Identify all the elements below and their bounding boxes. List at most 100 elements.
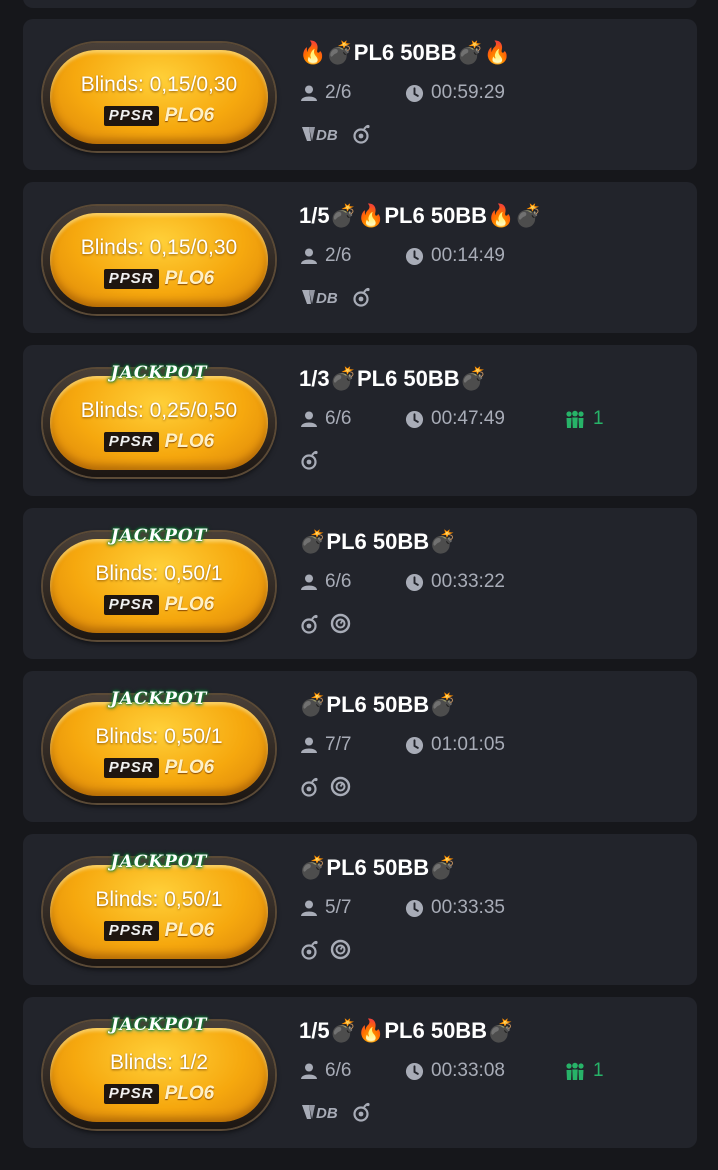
jackpot-badge: JACKPOT bbox=[110, 526, 208, 546]
brand-logo: PPSR bbox=[103, 595, 159, 615]
session-time-value: 00:14:49 bbox=[431, 245, 505, 266]
bomb-pot-badge bbox=[300, 614, 320, 639]
players-count: 2/6 bbox=[300, 82, 351, 104]
players-count: 6/6 bbox=[300, 571, 351, 593]
table-card-7[interactable]: JACKPOT Blinds: 1/2 PPSR PLO6 1/5💣🔥PL6 5… bbox=[23, 997, 697, 1148]
waiting-list: 1 bbox=[564, 1060, 604, 1082]
waiting-list: 1 bbox=[564, 408, 604, 430]
user-icon bbox=[301, 1063, 317, 1079]
table-feature-badges: DB bbox=[300, 124, 372, 149]
session-time-value: 00:33:08 bbox=[431, 1060, 505, 1081]
bomb-pot-badge bbox=[300, 777, 320, 802]
waiting-count: 1 bbox=[593, 408, 604, 429]
blinds-label: Blinds: 0,50/1 bbox=[95, 888, 223, 911]
table-felt bbox=[50, 376, 268, 470]
session-time-value: 00:47:49 bbox=[431, 408, 505, 429]
clock-icon bbox=[405, 84, 424, 102]
double-board-icon: DB bbox=[302, 127, 338, 144]
clock-icon bbox=[405, 1062, 424, 1080]
user-icon bbox=[301, 574, 317, 590]
table-card-4[interactable]: JACKPOT Blinds: 0,50/1 PPSR PLO6 💣PL6 50… bbox=[23, 508, 697, 659]
bomb-pot-icon bbox=[301, 614, 318, 634]
game-variant: PLO6 bbox=[164, 268, 215, 289]
players-value: 6/6 bbox=[325, 408, 352, 429]
timer-badge bbox=[330, 613, 351, 639]
table-felt bbox=[50, 1028, 268, 1122]
table-feature-badges bbox=[300, 613, 351, 639]
brand-logo: PPSR bbox=[103, 432, 159, 452]
players-count: 7/7 bbox=[300, 734, 351, 756]
game-variant: PLO6 bbox=[164, 105, 215, 126]
blinds-label: Blinds: 1/2 bbox=[109, 1051, 209, 1074]
blinds-label: Blinds: 0,50/1 bbox=[95, 562, 223, 585]
game-tag: PPSR PLO6 bbox=[43, 920, 275, 942]
table-felt bbox=[50, 539, 268, 633]
clock-icon bbox=[405, 899, 424, 917]
table-thumbnail: Blinds: 0,15/0,30 PPSR PLO6 bbox=[43, 33, 275, 157]
bomb-pot-icon bbox=[353, 124, 370, 144]
brand-logo: PPSR bbox=[103, 106, 159, 126]
table-list: Blinds: 0,15/0,30 PPSR PLO6 🔥💣PL6 50BB💣🔥… bbox=[23, 19, 697, 1160]
table-card-3[interactable]: JACKPOT Blinds: 0,25/0,50 PPSR PLO6 1/3💣… bbox=[23, 345, 697, 496]
game-tag: PPSR PLO6 bbox=[43, 757, 275, 779]
session-timer: 00:33:08 bbox=[405, 1060, 505, 1082]
game-tag: PPSR PLO6 bbox=[43, 268, 275, 290]
table-thumbnail: JACKPOT Blinds: 0,50/1 PPSR PLO6 bbox=[43, 522, 275, 646]
table-title: 1/5💣🔥PL6 50BB💣 bbox=[299, 1018, 515, 1043]
table-thumbnail: JACKPOT Blinds: 0,50/1 PPSR PLO6 bbox=[43, 685, 275, 809]
table-felt bbox=[50, 50, 268, 144]
table-feature-badges: DB bbox=[300, 287, 372, 312]
svg-text:DB: DB bbox=[316, 290, 338, 307]
bomb-pot-icon bbox=[301, 777, 318, 797]
session-timer: 00:47:49 bbox=[405, 408, 505, 430]
brand-logo: PPSR bbox=[103, 758, 159, 778]
table-title: 💣PL6 50BB💣 bbox=[299, 855, 457, 880]
bomb-pot-badge bbox=[300, 940, 320, 965]
double-board-icon: DB bbox=[302, 290, 338, 307]
blinds-label: Blinds: 0,15/0,30 bbox=[80, 73, 238, 96]
blinds-label: Blinds: 0,15/0,30 bbox=[80, 236, 238, 259]
table-card-5[interactable]: JACKPOT Blinds: 0,50/1 PPSR PLO6 💣PL6 50… bbox=[23, 671, 697, 822]
timer-badge bbox=[330, 776, 351, 802]
svg-text:DB: DB bbox=[316, 1105, 338, 1122]
double-board-badge: DB bbox=[300, 287, 342, 312]
players-value: 6/6 bbox=[325, 1060, 352, 1081]
table-thumbnail: JACKPOT Blinds: 0,50/1 PPSR PLO6 bbox=[43, 848, 275, 972]
table-title: 💣PL6 50BB💣 bbox=[299, 692, 457, 717]
players-value: 6/6 bbox=[325, 571, 352, 592]
table-thumbnail: JACKPOT Blinds: 1/2 PPSR PLO6 bbox=[43, 1011, 275, 1135]
clock-icon bbox=[405, 736, 424, 754]
session-timer: 00:33:35 bbox=[405, 897, 505, 919]
bomb-pot-icon bbox=[353, 1102, 370, 1122]
waiting-group-icon bbox=[566, 410, 584, 428]
waiting-group-icon bbox=[566, 1062, 584, 1080]
table-title: 💣PL6 50BB💣 bbox=[299, 529, 457, 554]
bomb-pot-badge bbox=[352, 124, 372, 149]
table-card-1[interactable]: Blinds: 0,15/0,30 PPSR PLO6 🔥💣PL6 50BB💣🔥… bbox=[23, 19, 697, 170]
players-value: 5/7 bbox=[325, 897, 352, 918]
user-icon bbox=[301, 737, 317, 753]
bomb-pot-badge bbox=[352, 1102, 372, 1127]
bomb-pot-badge bbox=[300, 450, 320, 475]
timer-icon bbox=[330, 776, 351, 797]
table-card-2[interactable]: Blinds: 0,15/0,30 PPSR PLO6 1/5💣🔥PL6 50B… bbox=[23, 182, 697, 333]
waiting-count: 1 bbox=[593, 1060, 604, 1081]
game-tag: PPSR PLO6 bbox=[43, 105, 275, 127]
timer-badge bbox=[330, 939, 351, 965]
previous-table-card[interactable] bbox=[23, 0, 697, 8]
game-tag: PPSR PLO6 bbox=[43, 594, 275, 616]
jackpot-badge: JACKPOT bbox=[110, 363, 208, 383]
game-variant: PLO6 bbox=[164, 920, 215, 941]
jackpot-badge: JACKPOT bbox=[110, 1015, 208, 1035]
double-board-badge: DB bbox=[300, 1102, 342, 1127]
jackpot-badge: JACKPOT bbox=[110, 689, 208, 709]
session-time-value: 00:59:29 bbox=[431, 82, 505, 103]
session-timer: 00:59:29 bbox=[405, 82, 505, 104]
table-felt bbox=[50, 865, 268, 959]
game-variant: PLO6 bbox=[164, 594, 215, 615]
user-icon bbox=[301, 900, 317, 916]
brand-logo: PPSR bbox=[103, 1084, 159, 1104]
bomb-pot-icon bbox=[301, 450, 318, 470]
bomb-pot-icon bbox=[301, 940, 318, 960]
table-card-6[interactable]: JACKPOT Blinds: 0,50/1 PPSR PLO6 💣PL6 50… bbox=[23, 834, 697, 985]
